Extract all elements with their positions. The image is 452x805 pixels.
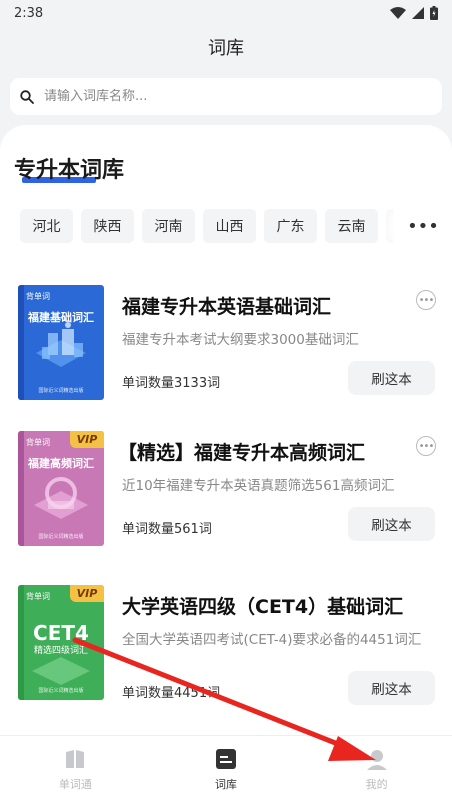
- search-bar[interactable]: [10, 78, 442, 115]
- search-icon: [20, 89, 34, 104]
- study-book-button[interactable]: 刷这本: [348, 361, 435, 395]
- cover-title: 福建高频词汇: [28, 457, 94, 470]
- cover-footer: 国际近义词精选出版: [38, 688, 84, 694]
- tab-label: 单词通: [58, 778, 92, 791]
- cover-cet4-label: CET4: [33, 621, 89, 645]
- bottom-tab-bar: 单词通 词库 我的: [0, 735, 452, 805]
- cover-title: 福建基础词汇: [28, 311, 94, 324]
- status-bar: 2:38: [0, 0, 452, 26]
- search-input[interactable]: [44, 89, 404, 104]
- battery-icon: [430, 6, 438, 20]
- word-count: 单词数量561词: [122, 522, 212, 537]
- tab-library[interactable]: 词库: [151, 736, 302, 805]
- region-chip[interactable]: 山西: [203, 209, 256, 243]
- book-title[interactable]: 大学英语四级（CET4）基础词汇: [122, 592, 403, 619]
- region-chip[interactable]: 广东: [264, 209, 317, 243]
- section-title: 专升本词库: [14, 158, 125, 183]
- book-title[interactable]: 福建专升本英语基础词汇: [122, 292, 331, 319]
- tab-profile[interactable]: 我的: [301, 736, 452, 805]
- cover-footer: 国际近义词精选出版: [38, 388, 84, 394]
- wifi-icon: [390, 7, 406, 19]
- book-cover[interactable]: 背单词 福建基础词汇 国际近义词精选出版: [18, 285, 104, 400]
- region-chip[interactable]: 陕西: [81, 209, 134, 243]
- word-count: 单词数量3133词: [122, 376, 221, 391]
- book-description: 全国大学英语四考试(CET-4)要求必备的4451词汇: [122, 632, 422, 648]
- study-book-button[interactable]: 刷这本: [348, 671, 435, 705]
- cover-title: 精选四级词汇: [33, 646, 88, 656]
- book-title[interactable]: 【精选】福建专升本高频词汇: [118, 438, 365, 465]
- tab-label: 我的: [365, 778, 388, 791]
- word-count: 单词数量4451词: [122, 686, 221, 701]
- book-item[interactable]: 背单词 福建基础词汇 国际近义词精选出版 福建专升本英语基础词汇 ••• 福建专…: [0, 285, 452, 415]
- library-icon: [216, 749, 236, 769]
- profile-icon: [366, 750, 387, 770]
- region-chip[interactable]: 河北: [20, 209, 73, 243]
- cover-footer: 国际近义词精选出版: [38, 534, 84, 540]
- tab-words[interactable]: 单词通: [0, 736, 151, 805]
- cover-logo: 背单词: [26, 592, 50, 601]
- vip-badge: VIP: [70, 585, 104, 602]
- status-icons: [390, 6, 438, 20]
- book-item[interactable]: 背单词 VIP CET4 精选四级词汇 国际近义词精选出版 大学英语四级（CET…: [0, 585, 452, 715]
- region-chip[interactable]: 河南: [142, 209, 195, 243]
- vip-badge: VIP: [70, 431, 104, 448]
- cover-illustration: [18, 285, 104, 400]
- cover-logo: 背单词: [26, 292, 50, 301]
- region-chips: 河北 陕西 河南 山西 广东 云南: [20, 209, 439, 243]
- book-description: 福建专升本考试大纲要求3000基础词汇: [122, 332, 359, 348]
- more-regions-button[interactable]: •••: [394, 209, 452, 243]
- book-icon: [66, 750, 85, 768]
- cover-logo: 背单词: [26, 438, 50, 447]
- page-title: 词库: [208, 38, 244, 59]
- status-time: 2:38: [14, 5, 44, 21]
- library-panel: 专升本词库 河北 陕西 河南 山西 广东 云南 ••• 背单词 福建基础词汇 国…: [0, 125, 452, 735]
- signal-icon: [412, 7, 424, 19]
- cover-illustration: [18, 431, 104, 546]
- book-cover[interactable]: 背单词 VIP CET4 精选四级词汇 国际近义词精选出版: [18, 585, 104, 700]
- book-cover[interactable]: 背单词 VIP 福建高频词汇 国际近义词精选出版: [18, 431, 104, 546]
- book-description: 近10年福建专升本英语真题筛选561高频词汇: [122, 478, 395, 494]
- tab-label: 词库: [215, 778, 237, 791]
- more-options-icon[interactable]: •••: [416, 436, 436, 456]
- more-options-icon[interactable]: •••: [416, 290, 436, 310]
- region-chip[interactable]: 云南: [325, 209, 378, 243]
- book-item[interactable]: 背单词 VIP 福建高频词汇 国际近义词精选出版 【精选】福建专升本高频词汇 •…: [0, 431, 452, 561]
- study-book-button[interactable]: 刷这本: [348, 507, 435, 541]
